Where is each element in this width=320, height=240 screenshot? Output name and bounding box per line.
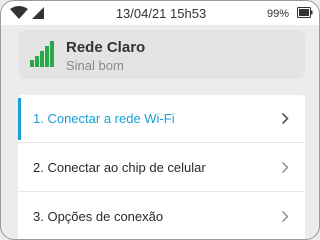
menu-item-label: 1. Conectar a rede Wi-Fi xyxy=(33,111,175,126)
menu-item-label: 3. Opções de conexão xyxy=(33,209,164,224)
connection-menu: 1. Conectar a rede Wi-Fi 2. Conectar ao … xyxy=(18,95,305,239)
battery-icon xyxy=(297,7,313,18)
battery-percent: 99% xyxy=(267,8,290,20)
menu-item-connection-options[interactable]: 3. Opções de conexão xyxy=(18,193,305,239)
device-screen: 13/04/21 15h53 99% Rede Claro Sinal bom … xyxy=(0,0,320,240)
network-signal-status: Sinal bom xyxy=(66,58,124,73)
menu-item-connect-wifi[interactable]: 1. Conectar a rede Wi-Fi xyxy=(18,95,305,143)
status-bar: 13/04/21 15h53 99% xyxy=(1,1,319,25)
menu-item-label: 2. Conectar ao chip de celular xyxy=(33,160,206,175)
network-status-card: Rede Claro Sinal bom xyxy=(18,30,305,79)
chevron-right-icon xyxy=(282,162,289,173)
chevron-right-icon xyxy=(282,211,289,222)
signal-bars-icon xyxy=(30,41,54,67)
chevron-right-icon xyxy=(281,112,289,125)
network-name: Rede Claro xyxy=(66,39,146,56)
menu-item-connect-sim[interactable]: 2. Conectar ao chip de celular xyxy=(18,144,305,192)
